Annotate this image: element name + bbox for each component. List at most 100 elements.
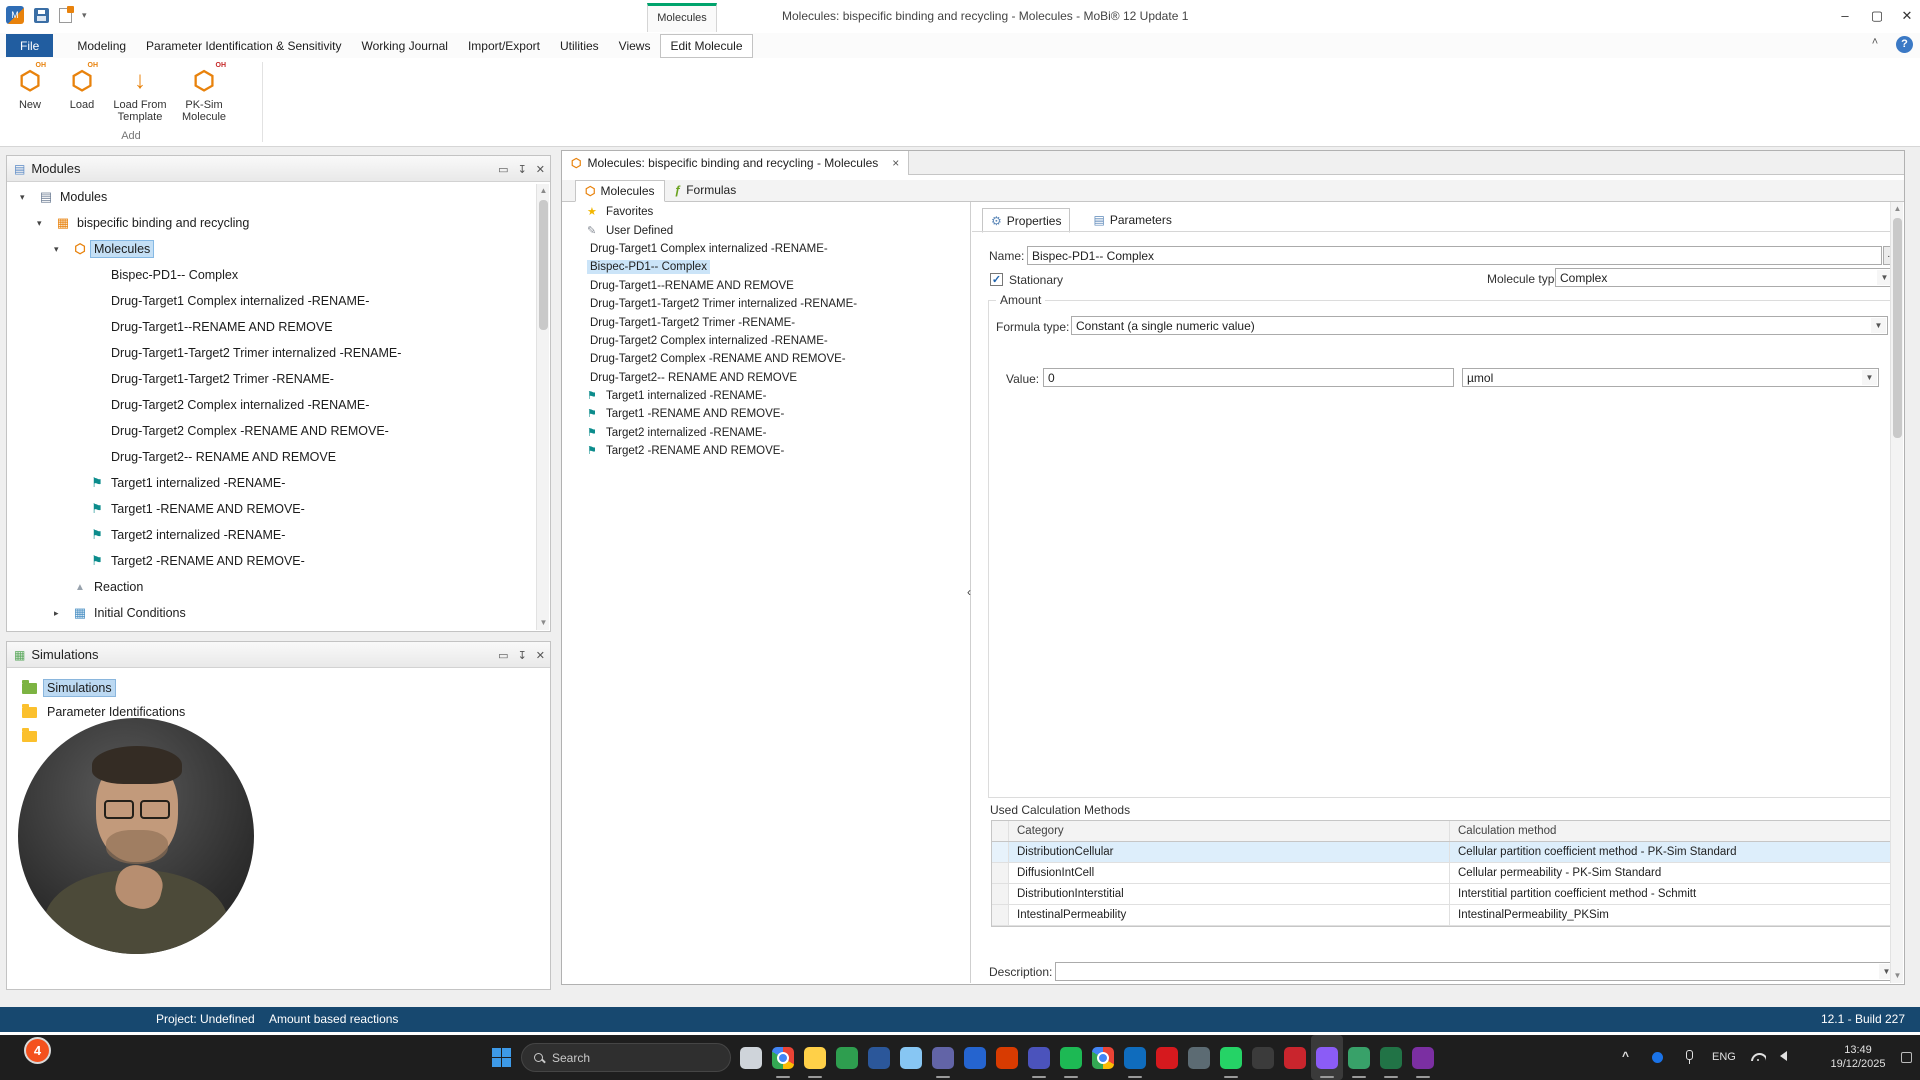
- close-button[interactable]: ✕: [1892, 0, 1920, 31]
- value-input[interactable]: 0: [1043, 368, 1454, 387]
- journal-page-icon[interactable]: [59, 5, 74, 23]
- notification-badge[interactable]: 4: [24, 1037, 51, 1064]
- scroll-thumb[interactable]: [539, 200, 548, 330]
- chevron-down-icon[interactable]: ▼: [1862, 370, 1877, 385]
- tree-item[interactable]: Reaction: [8, 574, 536, 600]
- ucm-header-category[interactable]: Category: [1009, 821, 1450, 841]
- taskbar-app-icon[interactable]: [1247, 1035, 1279, 1080]
- taskbar-app-icon[interactable]: [735, 1035, 767, 1080]
- molecule-list-item[interactable]: Target2 internalized -RENAME-: [563, 424, 969, 442]
- close-icon[interactable]: ×: [892, 156, 899, 170]
- tree-item[interactable]: Modules: [8, 184, 536, 210]
- subtab[interactable]: Molecules: [575, 180, 665, 202]
- molecule-list-item[interactable]: Drug-Target1-Target2 Trimer -RENAME-: [563, 313, 969, 331]
- pin-icon[interactable]: ↧: [518, 163, 527, 176]
- search-input[interactable]: Search: [521, 1043, 731, 1072]
- tree-item[interactable]: Drug-Target1--RENAME AND REMOVE: [8, 314, 536, 340]
- taskbar-app-icon[interactable]: [1215, 1035, 1247, 1080]
- qat-dropdown-icon[interactable]: ▾: [82, 10, 87, 21]
- microphone-icon[interactable]: [1686, 1050, 1693, 1064]
- properties-scrollbar[interactable]: ▲ ▼: [1890, 202, 1903, 983]
- wifi-icon[interactable]: [1750, 1052, 1766, 1061]
- minimize-button[interactable]: –: [1830, 0, 1860, 31]
- molecule-list-item[interactable]: Drug-Target1 Complex internalized -RENAM…: [563, 240, 969, 258]
- tray-chevron-up-icon[interactable]: ^: [1622, 1049, 1629, 1080]
- language-indicator[interactable]: ENG: [1712, 1051, 1736, 1080]
- pin-icon[interactable]: ↧: [518, 649, 527, 662]
- taskbar-app-icon[interactable]: [1151, 1035, 1183, 1080]
- modules-scrollbar[interactable]: ▲ ▼: [536, 184, 549, 630]
- taskbar-app-icon[interactable]: [895, 1035, 927, 1080]
- document-tab[interactable]: Molecules: bispecific binding and recycl…: [562, 151, 910, 175]
- taskbar-app-icon[interactable]: [1407, 1035, 1439, 1080]
- taskbar-app-icon[interactable]: [1311, 1035, 1343, 1080]
- taskbar-app-icon[interactable]: [1279, 1035, 1311, 1080]
- ribbon-tab[interactable]: Working Journal: [351, 34, 457, 58]
- scroll-up-icon[interactable]: ▲: [537, 184, 550, 198]
- taskbar-app-icon[interactable]: [959, 1035, 991, 1080]
- ribbon-tab[interactable]: Parameter Identification & Sensitivity: [136, 34, 351, 58]
- ribbon-button[interactable]: New: [4, 60, 56, 111]
- notification-center-icon[interactable]: [1901, 1052, 1912, 1063]
- bluetooth-icon[interactable]: [1652, 1052, 1663, 1063]
- ribbon-tab[interactable]: Views: [609, 34, 661, 58]
- tree-item[interactable]: Drug-Target1-Target2 Trimer -RENAME-: [8, 366, 536, 392]
- help-icon[interactable]: ?: [1896, 36, 1913, 53]
- save-icon[interactable]: [34, 7, 49, 23]
- tree-item[interactable]: Drug-Target2-- RENAME AND REMOVE: [8, 444, 536, 470]
- ribbon-tab[interactable]: Edit Molecule: [660, 34, 753, 58]
- stationary-checkbox[interactable]: [990, 273, 1003, 286]
- molecule-list-item[interactable]: Drug-Target2 Complex internalized -RENAM…: [563, 332, 969, 350]
- ribbon-tab[interactable]: Modeling: [67, 34, 136, 58]
- tree-item[interactable]: Drug-Target1 Complex internalized -RENAM…: [8, 288, 536, 314]
- close-icon[interactable]: ✕: [536, 163, 545, 176]
- ribbon-button[interactable]: PK-Sim Molecule: [172, 60, 236, 123]
- tree-item[interactable]: Target1 internalized -RENAME-: [8, 470, 536, 496]
- taskbar-app-icon[interactable]: [1343, 1035, 1375, 1080]
- taskbar-app-icon[interactable]: [1375, 1035, 1407, 1080]
- simulations-item[interactable]: Simulations: [8, 676, 549, 700]
- ucm-row[interactable]: DistributionInterstitial Interstitial pa…: [992, 884, 1895, 905]
- subtab[interactable]: Formulas: [665, 179, 747, 201]
- tree-item[interactable]: bispecific binding and recycling: [8, 210, 536, 236]
- collapse-ribbon-icon[interactable]: ˄: [1866, 36, 1884, 48]
- expander-icon[interactable]: [54, 244, 71, 255]
- description-input[interactable]: ▼: [1055, 962, 1896, 981]
- molecule-list-item[interactable]: User Defined: [563, 221, 969, 239]
- tree-item[interactable]: Target1 -RENAME AND REMOVE-: [8, 496, 536, 522]
- ribbon-tab[interactable]: File: [6, 34, 54, 57]
- expander-icon[interactable]: [54, 608, 71, 619]
- restore-panel-icon[interactable]: ▭: [498, 163, 508, 176]
- scroll-down-icon[interactable]: ▼: [537, 616, 550, 630]
- tree-item[interactable]: Molecules: [8, 236, 536, 262]
- ribbon-tab[interactable]: Import/Export: [458, 34, 550, 58]
- taskbar-app-icon[interactable]: [1183, 1035, 1215, 1080]
- chevron-down-icon[interactable]: ▼: [1871, 318, 1886, 333]
- taskbar-app-icon[interactable]: [863, 1035, 895, 1080]
- close-icon[interactable]: ✕: [536, 649, 545, 662]
- taskbar-clock[interactable]: 13:49 19/12/2025: [1820, 1043, 1896, 1080]
- ribbon-button[interactable]: Load From Template: [108, 60, 172, 123]
- taskbar-app-icon[interactable]: [1119, 1035, 1151, 1080]
- tree-item[interactable]: Drug-Target2 Complex -RENAME AND REMOVE-: [8, 418, 536, 444]
- taskbar-app-icon[interactable]: [1023, 1035, 1055, 1080]
- properties-tab[interactable]: Parameters: [1084, 208, 1180, 232]
- tree-item[interactable]: Target2 -RENAME AND REMOVE-: [8, 548, 536, 574]
- tree-item[interactable]: Bispec-PD1-- Complex: [8, 262, 536, 288]
- unit-select[interactable]: µmol ▼: [1462, 368, 1879, 387]
- scroll-down-icon[interactable]: ▼: [1891, 969, 1904, 983]
- ribbon-button[interactable]: Load: [56, 60, 108, 111]
- scroll-thumb[interactable]: [1893, 218, 1902, 438]
- properties-tab[interactable]: Properties: [982, 208, 1071, 233]
- ucm-row[interactable]: DistributionCellular Cellular partition …: [992, 842, 1895, 863]
- taskbar-app-icon[interactable]: [831, 1035, 863, 1080]
- tree-item[interactable]: Initial Conditions: [8, 600, 536, 626]
- expander-icon[interactable]: [20, 192, 37, 203]
- molecule-type-select[interactable]: Complex ▼: [1555, 268, 1894, 287]
- name-input[interactable]: Bispec-PD1-- Complex: [1027, 246, 1882, 265]
- formula-type-select[interactable]: Constant (a single numeric value) ▼: [1071, 316, 1888, 335]
- ucm-row[interactable]: IntestinalPermeability IntestinalPermeab…: [992, 905, 1895, 926]
- molecule-list-item[interactable]: Target2 -RENAME AND REMOVE-: [563, 442, 969, 460]
- simulations-item[interactable]: Parameter Identifications: [8, 700, 549, 724]
- molecule-list-item[interactable]: Target1 internalized -RENAME-: [563, 387, 969, 405]
